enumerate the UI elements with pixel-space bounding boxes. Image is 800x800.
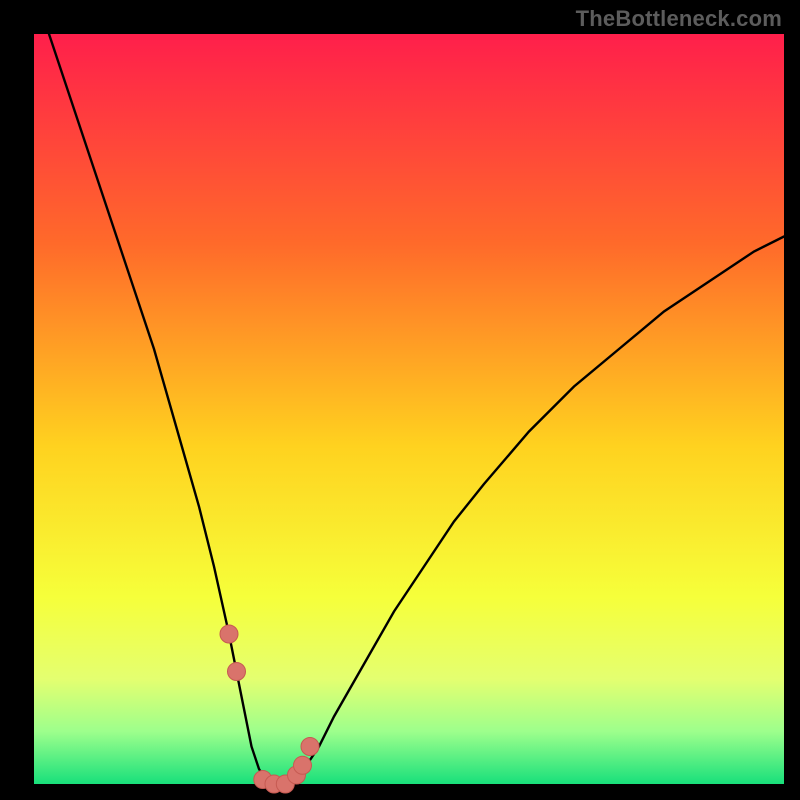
chart-frame: TheBottleneck.com <box>0 0 800 800</box>
watermark-text: TheBottleneck.com <box>576 6 782 32</box>
curve-marker <box>228 663 246 681</box>
curve-marker <box>294 756 312 774</box>
plot-background <box>34 34 784 784</box>
curve-marker <box>301 738 319 756</box>
bottleneck-chart <box>0 0 800 800</box>
curve-marker <box>220 625 238 643</box>
